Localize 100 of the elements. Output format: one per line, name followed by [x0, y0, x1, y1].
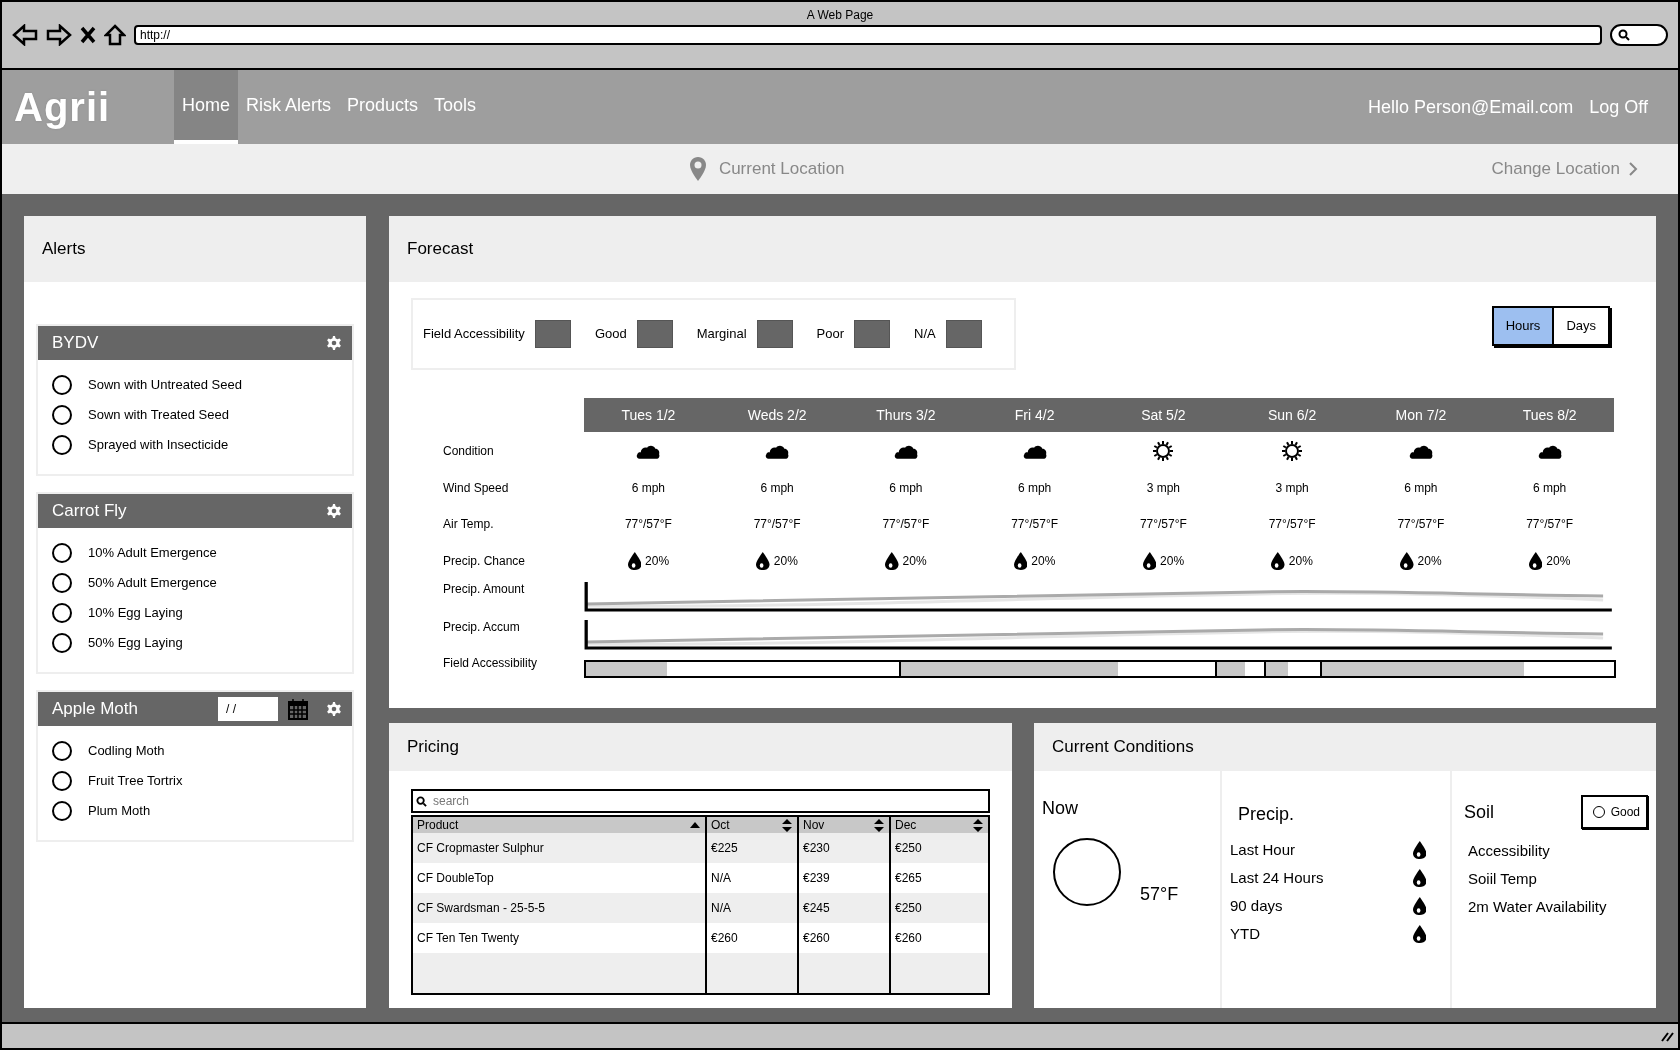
panel-title: Forecast — [407, 238, 474, 261]
legend-swatch — [756, 320, 793, 348]
radio-button[interactable] — [52, 801, 72, 821]
air-temp: 77°/57°F — [882, 516, 930, 533]
legend-label: N/A — [914, 325, 936, 344]
column-header[interactable]: Nov — [797, 817, 889, 833]
day-header: Sat 5/2 — [1099, 398, 1228, 432]
sort-icon — [781, 817, 793, 833]
day-header: Sun 6/2 — [1227, 398, 1357, 432]
table-cell: €225 — [705, 833, 797, 863]
radio-button[interactable] — [52, 543, 72, 563]
table-cell-text: CF DoubleTop — [416, 870, 495, 887]
day-header: Weds 2/2 — [712, 398, 842, 432]
day-header: Tues 8/2 — [1485, 398, 1614, 432]
view-toggle-button[interactable]: Hours — [1493, 308, 1553, 344]
row-label: Wind Speed — [442, 480, 510, 497]
drop-icon — [1412, 925, 1426, 943]
drop-icon — [1412, 841, 1426, 859]
wind-speed: 6 mph — [1404, 480, 1438, 497]
settings-icon — [326, 504, 342, 518]
precip-label: Last 24 Hours — [1230, 867, 1324, 888]
table-cell: CF Cropmaster Sulphur — [413, 833, 705, 863]
chevron-icon — [1628, 161, 1638, 177]
radio-button[interactable] — [52, 405, 72, 425]
location-pin-icon — [688, 156, 707, 182]
panel-title: Alerts — [42, 238, 86, 261]
settings-icon — [326, 336, 342, 350]
panel-title: Pricing — [407, 736, 459, 759]
legend-label: Field Accessibility — [423, 325, 525, 344]
current-temperature: 57°F — [1140, 883, 1179, 906]
soil-label: Soiil Temp — [1467, 868, 1538, 889]
table-cell: CF Swardsman - 25-5-5 — [413, 893, 705, 923]
option-label: 10% Egg Laying — [88, 604, 183, 623]
back-icon[interactable] — [12, 24, 38, 46]
radio-button[interactable] — [52, 633, 72, 653]
drop-icon — [1013, 552, 1028, 570]
address-field[interactable]: http:// — [134, 25, 1602, 45]
drop-icon — [1528, 552, 1543, 570]
day-header: Mon 7/2 — [1356, 398, 1486, 432]
resize-grip-icon[interactable] — [1660, 1030, 1674, 1042]
wind-speed: 6 mph — [631, 480, 666, 497]
air-temp: 77°/57°F — [1139, 516, 1187, 533]
drop-icon — [1412, 869, 1426, 887]
option-label: Plum Moth — [88, 802, 151, 821]
sun-icon — [1152, 440, 1175, 462]
precip-chance: 20% — [1417, 553, 1442, 570]
column-header[interactable]: Product — [413, 817, 705, 833]
option-label: 10% Adult Emergence — [88, 544, 217, 563]
radio-button[interactable] — [52, 435, 72, 455]
air-temp: 77°/57°F — [1526, 516, 1574, 533]
radio-button[interactable] — [52, 771, 72, 791]
precip-chance: 20% — [1031, 553, 1056, 570]
column-header[interactable]: Oct — [705, 817, 797, 833]
browser-search-field[interactable] — [1610, 24, 1668, 46]
search-field[interactable]: search — [411, 789, 990, 813]
soil-status-button[interactable]: Good — [1580, 795, 1648, 829]
forward-icon[interactable] — [46, 24, 72, 46]
drop-icon — [1142, 552, 1157, 570]
date-field[interactable]: / / — [218, 697, 278, 721]
legend-swatch — [945, 320, 982, 348]
column-header[interactable]: Dec — [889, 817, 988, 833]
wind-speed: 6 mph — [760, 480, 794, 497]
wind-speed: 3 mph — [1275, 480, 1309, 497]
option-label: 50% Egg Laying — [88, 634, 183, 653]
now-label: Now — [1042, 797, 1079, 820]
radio-button[interactable] — [52, 741, 72, 761]
option-label: Sown with Untreated Seed — [88, 376, 242, 395]
wind-speed: 6 mph — [1017, 480, 1052, 497]
option-label: Fruit Tree Tortrix — [88, 772, 183, 791]
option-label: 50% Adult Emergence — [88, 574, 217, 593]
legend-swatch — [636, 320, 673, 348]
radio-button[interactable] — [52, 573, 72, 593]
precip-chance: 20% — [1288, 553, 1313, 570]
alert-title: BYDV — [52, 332, 99, 355]
nav-tab[interactable]: Home — [174, 70, 238, 144]
precip-label: Last Hour — [1230, 839, 1296, 860]
legend-swatch — [854, 320, 890, 348]
day-header: Tues 1/2 — [584, 398, 713, 432]
day-header: Thurs 3/2 — [841, 398, 971, 432]
alert-title: Apple Moth — [52, 698, 138, 721]
search-icon — [1618, 29, 1630, 41]
sort-icon — [689, 820, 701, 830]
precip-chance: 20% — [773, 553, 798, 570]
precip-chance: 20% — [1160, 553, 1185, 570]
close-icon[interactable] — [80, 26, 96, 44]
wind-speed: 6 mph — [889, 480, 923, 497]
precip-chance: 20% — [645, 553, 670, 570]
radio-button[interactable] — [52, 603, 72, 623]
row-label: Precip. Chance — [442, 553, 527, 570]
legend-label: Poor — [816, 325, 844, 344]
table-cell: €245 — [797, 893, 889, 923]
drop-icon — [1271, 552, 1285, 570]
radio-button[interactable] — [52, 375, 72, 395]
legend-label: Marginal — [696, 325, 747, 344]
precip-label: YTD — [1230, 923, 1260, 944]
precip-title: Precip. — [1237, 803, 1296, 826]
air-temp: 77°/57°F — [624, 516, 672, 533]
table-cell-text: CF Ten Ten Twenty — [416, 930, 521, 947]
home-icon[interactable] — [104, 24, 126, 46]
option-label: Codling Moth — [88, 742, 165, 761]
